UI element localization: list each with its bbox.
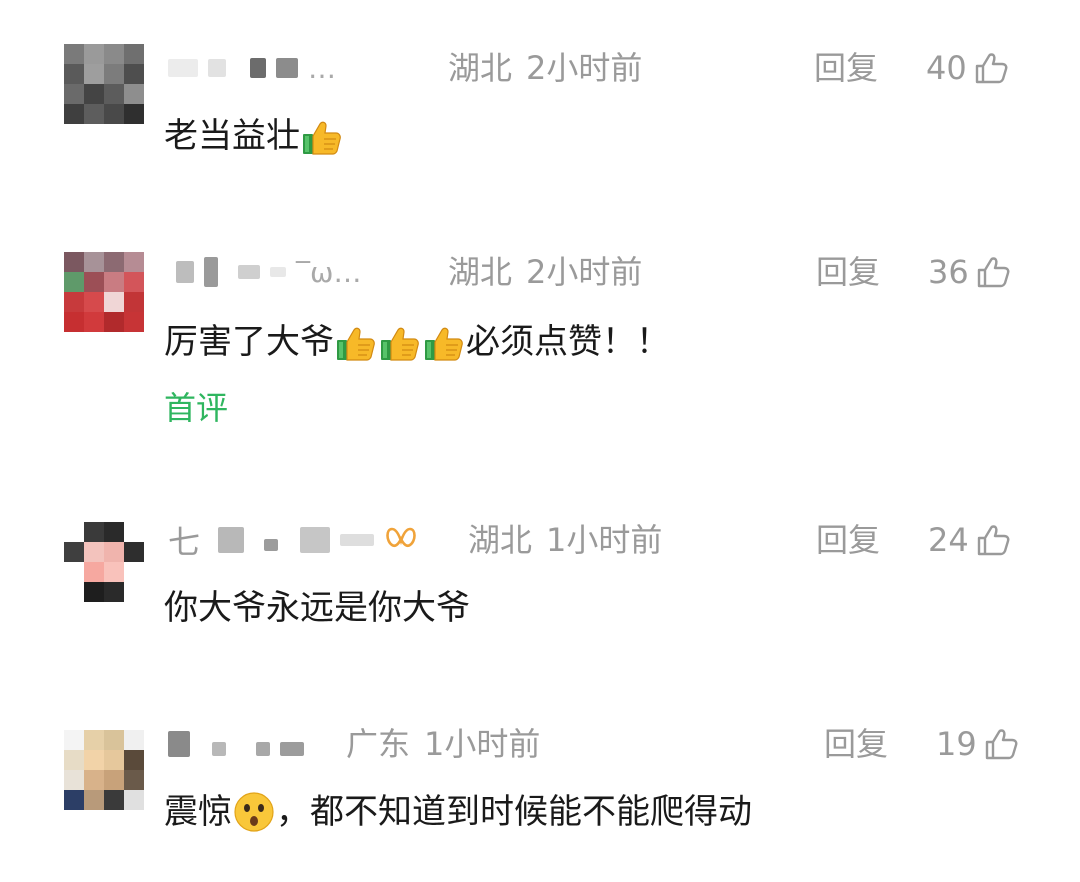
comment-text-before: 震惊 bbox=[164, 792, 232, 832]
like-button[interactable]: 19 bbox=[936, 724, 1019, 764]
comment-meta: 湖北 1小时前 bbox=[468, 520, 662, 560]
comment-text-after: 必须点赞！！ bbox=[466, 322, 670, 362]
avatar[interactable] bbox=[64, 522, 144, 602]
thumbs-up-outline-icon bbox=[973, 50, 1009, 86]
avatar[interactable] bbox=[64, 44, 144, 124]
comment-meta: 湖北 2小时前 bbox=[448, 252, 642, 292]
username[interactable]: ‾ω… bbox=[168, 252, 361, 292]
comment-text: 你大爷永远是你大爷 bbox=[164, 584, 470, 632]
like-count: 24 bbox=[928, 521, 969, 559]
comment-text-body: 你大爷永远是你大爷 bbox=[164, 588, 470, 628]
like-button[interactable]: 40 bbox=[926, 48, 1009, 88]
comment-text-before: 厉害了大爷 bbox=[164, 322, 334, 362]
like-button[interactable]: 36 bbox=[928, 252, 1011, 292]
timestamp: 2小时前 bbox=[526, 253, 643, 291]
comment-text-after: ，都不知道到时候能不能爬得动 bbox=[276, 792, 752, 832]
thumbs-up-emoji-icon bbox=[378, 320, 422, 364]
comment-text: 震惊 ，都不知道到时候能不能爬得动 bbox=[164, 788, 752, 836]
thumbs-up-emoji-icon bbox=[300, 114, 344, 158]
timestamp: 1小时前 bbox=[424, 725, 541, 763]
username[interactable]: … bbox=[168, 48, 336, 88]
comment-meta: 广东 1小时前 bbox=[346, 724, 540, 764]
timestamp: 1小时前 bbox=[546, 521, 663, 559]
reply-button[interactable]: 回复 bbox=[814, 48, 878, 88]
like-button[interactable]: 24 bbox=[928, 520, 1011, 560]
like-count: 40 bbox=[926, 49, 967, 87]
comment-text: 老当益壮 bbox=[164, 112, 344, 160]
like-count: 19 bbox=[936, 725, 977, 763]
like-count: 36 bbox=[928, 253, 969, 291]
first-comment-badge: 首评 bbox=[164, 389, 229, 427]
thumbs-up-emoji-icon bbox=[422, 320, 466, 364]
username[interactable]: 七 bbox=[168, 520, 418, 561]
thumbs-up-outline-icon bbox=[975, 522, 1011, 558]
astonished-face-icon bbox=[232, 790, 276, 834]
vip-badge-icon bbox=[384, 523, 418, 557]
comment-text: 厉害了大爷 必须点赞！！ bbox=[164, 318, 670, 366]
reply-button[interactable]: 回复 bbox=[816, 252, 880, 292]
location: 湖北 bbox=[448, 49, 513, 87]
comment-meta: 湖北 2小时前 bbox=[448, 48, 642, 88]
avatar[interactable] bbox=[64, 730, 144, 810]
avatar[interactable] bbox=[64, 252, 144, 332]
reply-button[interactable]: 回复 bbox=[824, 724, 888, 764]
comment-text-body: 老当益壮 bbox=[164, 116, 300, 156]
reply-button[interactable]: 回复 bbox=[816, 520, 880, 560]
username[interactable] bbox=[168, 724, 304, 764]
thumbs-up-outline-icon bbox=[983, 726, 1019, 762]
username-tail: ‾ω… bbox=[296, 255, 362, 289]
location: 广东 bbox=[346, 725, 411, 763]
username-head: 七 bbox=[168, 523, 201, 561]
location: 湖北 bbox=[448, 253, 513, 291]
thumbs-up-outline-icon bbox=[975, 254, 1011, 290]
thumbs-up-emoji-icon bbox=[334, 320, 378, 364]
timestamp: 2小时前 bbox=[526, 49, 643, 87]
location: 湖北 bbox=[468, 521, 533, 559]
username-tail: … bbox=[308, 51, 336, 85]
